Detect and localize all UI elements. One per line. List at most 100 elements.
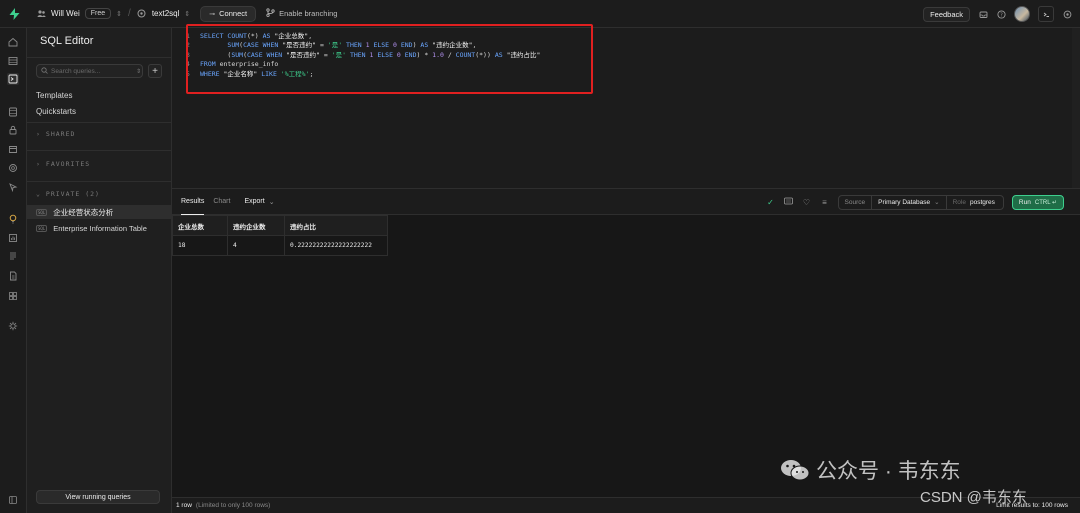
row-count: 1 row — [176, 502, 192, 509]
sql-code-editor[interactable]: 1 SELECT COUNT (*) AS "企业总数", 2 SUM(CASE WH… — [172, 28, 1080, 188]
code-token: SELECT — [200, 32, 228, 40]
run-shortcut: CTRL ↵ — [1034, 199, 1057, 206]
search-queries-input[interactable] — [51, 67, 133, 75]
org-switch-icon[interactable]: ⇕ — [116, 10, 122, 18]
code-line[interactable]: 3 (SUM(CASE WHEN "是否违约" = '是' THEN 1 ELS… — [186, 51, 540, 60]
api-docs-icon[interactable] — [7, 270, 19, 282]
connect-label: Connect — [219, 9, 248, 18]
chevron-down-icon: ⌄ — [934, 199, 940, 206]
code-token: ( — [200, 50, 232, 59]
column-header[interactable]: 违约企业数 — [227, 215, 285, 236]
private-section-label: PRIVATE (2) — [45, 190, 100, 198]
code-token: END — [400, 50, 417, 59]
code-line[interactable]: 4 FROM enterprise_info — [186, 60, 540, 69]
org-breadcrumb[interactable]: Will Wei Free ⇕ — [36, 8, 122, 19]
export-button[interactable]: Export ⌄ — [244, 198, 274, 206]
chevron-right-icon: › — [36, 130, 41, 138]
code-line[interactable]: 2 SUM(CASE WHEN "是否违约" = '是' THEN 1 ELSE… — [186, 41, 540, 50]
project-breadcrumb[interactable]: text2sql ⇕ — [137, 9, 190, 19]
keyboard-icon[interactable] — [784, 197, 794, 207]
project-settings-icon[interactable] — [7, 320, 19, 332]
code-token: '%工程%' — [280, 69, 310, 78]
sidebar-divider — [27, 150, 172, 151]
line-number: 4 — [186, 60, 190, 69]
source-select[interactable]: Primary Database ⌄ — [872, 195, 947, 209]
line-number: 3 — [186, 50, 190, 59]
table-cell[interactable]: 0.22222222222222222222 — [284, 235, 388, 256]
supabase-logo-icon[interactable] — [0, 0, 28, 28]
code-token: '是' — [331, 50, 347, 59]
table-cell[interactable]: 4 — [227, 235, 285, 256]
quickstarts-link[interactable]: Quickstarts — [36, 107, 76, 116]
export-label: Export — [244, 198, 265, 205]
logs-icon[interactable] — [7, 250, 19, 262]
line-number: 2 — [186, 41, 190, 50]
advisors-icon[interactable] — [7, 213, 19, 225]
branching-label: Enable branching — [279, 9, 338, 18]
code-token: (*)) — [475, 50, 495, 59]
shared-section-toggle[interactable]: › SHARED — [36, 130, 75, 138]
line-number: 5 — [186, 69, 190, 78]
realtime-icon[interactable] — [7, 162, 19, 174]
enable-branching-button[interactable]: Enable branching — [266, 8, 337, 19]
query-item-enterprise-table[interactable]: SQL Enterprise Information Table — [27, 221, 172, 235]
code-token: COUNT — [455, 50, 476, 59]
role-label: Role — [952, 198, 966, 206]
code-token: ; — [309, 69, 314, 78]
private-section-toggle[interactable]: ⌄ PRIVATE (2) — [36, 190, 100, 198]
table-editor-icon[interactable] — [7, 55, 19, 67]
inbox-icon[interactable] — [978, 9, 988, 19]
edge-functions-icon[interactable] — [7, 181, 19, 193]
results-table: 企业总数 违约企业数 违约占比 18 4 0.22222222222222222… — [172, 215, 388, 256]
home-icon[interactable] — [7, 36, 19, 48]
database-icon[interactable] — [7, 106, 19, 118]
query-item-enterprise-analysis[interactable]: SQL 企业经营状态分析 — [27, 205, 172, 219]
storage-icon[interactable] — [7, 143, 19, 155]
column-header[interactable]: 违约占比 — [284, 215, 388, 236]
integrations-icon[interactable] — [7, 290, 19, 302]
code-token: 1.0 — [432, 50, 444, 59]
code-area[interactable]: 1 SELECT COUNT (*) AS "企业总数", 2 SUM(CASE WH… — [186, 32, 540, 79]
sql-editor-icon[interactable] — [7, 73, 19, 85]
templates-link[interactable]: Templates — [36, 91, 72, 100]
results-actions: ✓ ♡ ≡ Source Primary Database ⌄ Role pos… — [766, 194, 1064, 210]
run-button[interactable]: Run CTRL ↵ — [1011, 194, 1064, 210]
code-token: AS — [420, 41, 433, 50]
sidebar-divider — [27, 122, 172, 123]
help-icon[interactable]: ? — [996, 9, 1006, 19]
collapse-sidebar-icon[interactable] — [7, 494, 19, 506]
wechat-icon — [780, 459, 810, 481]
favorites-section-toggle[interactable]: › FAVORITES — [36, 160, 90, 168]
source-label: Source — [839, 195, 873, 209]
left-nav-rail — [0, 28, 27, 513]
user-avatar[interactable] — [1014, 6, 1030, 22]
feedback-button[interactable]: Feedback — [923, 6, 970, 22]
heart-icon[interactable]: ♡ — [802, 198, 812, 207]
settings-assistant-icon[interactable] — [1062, 9, 1072, 19]
search-queries-box[interactable]: ⇕ — [36, 64, 143, 78]
auth-lock-icon[interactable] — [7, 124, 19, 136]
column-header[interactable]: 企业总数 — [172, 215, 228, 236]
align-left-icon[interactable]: ≡ — [820, 198, 830, 207]
sidebar-title: SQL Editor — [40, 35, 94, 47]
project-switch-icon[interactable]: ⇕ — [184, 10, 190, 18]
code-line[interactable]: 1 SELECT COUNT (*) AS "企业总数", — [186, 32, 540, 41]
code-token: "违约占比" — [506, 50, 541, 59]
sql-file-icon: SQL — [36, 224, 48, 232]
code-token: '是' — [327, 41, 343, 50]
role-value[interactable]: postgres — [966, 199, 1003, 206]
editor-scrollbar[interactable] — [1072, 28, 1080, 188]
tab-results[interactable]: Results — [181, 189, 205, 215]
view-running-queries-button[interactable]: View running queries — [36, 490, 160, 504]
source-role-selector[interactable]: Source Primary Database ⌄ Role postgres — [837, 194, 1004, 210]
connect-button[interactable]: ⊸ Connect — [200, 5, 257, 22]
line-number: 1 — [186, 32, 190, 40]
sort-icon[interactable]: ⇕ — [136, 68, 141, 75]
check-icon[interactable]: ✓ — [766, 198, 776, 207]
code-line[interactable]: 5 WHERE "企业名称" LIKE '%工程%'; — [186, 70, 540, 79]
new-query-button[interactable]: + — [148, 64, 162, 78]
reports-icon[interactable] — [7, 232, 19, 244]
tab-chart[interactable]: Chart — [213, 189, 230, 215]
terminal-icon[interactable] — [1038, 6, 1054, 22]
table-cell[interactable]: 18 — [172, 235, 228, 256]
